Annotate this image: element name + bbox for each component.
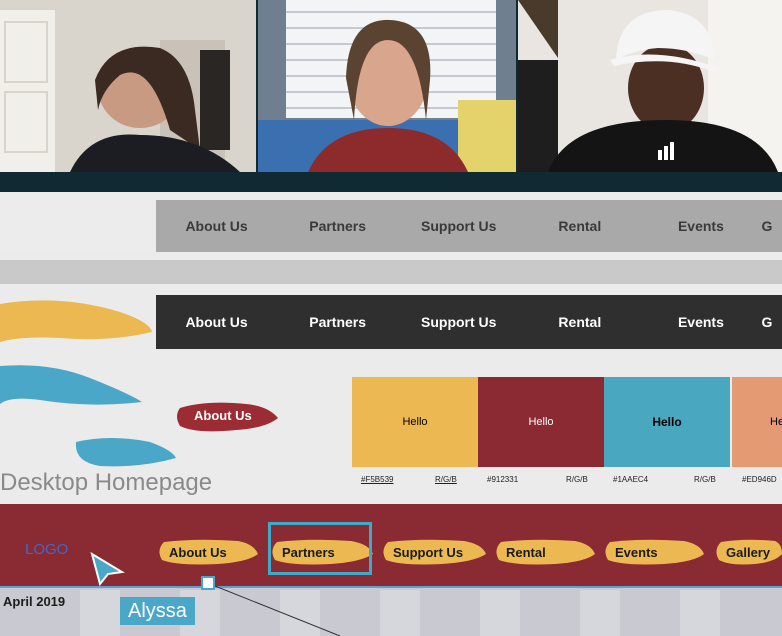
- design-canvas[interactable]: About Us Partners Support Us Rental Even…: [0, 192, 782, 636]
- color-swatch[interactable]: Hello: [352, 377, 478, 467]
- nav-dark-item[interactable]: Rental: [519, 314, 640, 330]
- nav-dark-item[interactable]: Events: [640, 314, 761, 330]
- brush-strokes-graphic[interactable]: [0, 292, 180, 482]
- nav-gray-item[interactable]: Rental: [519, 218, 640, 234]
- header-nav-events[interactable]: Events: [604, 538, 704, 566]
- nav-bar-gray: About Us Partners Support Us Rental Even…: [156, 200, 782, 252]
- nav-gray-item[interactable]: Events: [640, 218, 761, 234]
- swatch-rgb: R/G/B: [435, 475, 457, 484]
- calendar-area: April 2019: [0, 586, 782, 636]
- calendar-month-label: April 2019: [3, 594, 66, 609]
- header-nav-about-us[interactable]: About Us: [158, 538, 258, 566]
- logo-text[interactable]: LOGO: [25, 541, 68, 558]
- swatch-rgb: R/G/B: [694, 475, 716, 484]
- about-us-brush-button[interactable]: About Us: [176, 400, 280, 434]
- header-nav-label: Support Us: [393, 544, 464, 560]
- swatch-label: Hello: [652, 415, 682, 429]
- swatch-label: He: [770, 416, 782, 428]
- cursor-arrow-icon: [90, 551, 125, 586]
- swatch-label: Hello: [528, 416, 554, 428]
- resize-handle[interactable]: [201, 576, 215, 590]
- swatch-label: Hello: [402, 416, 428, 428]
- color-swatch[interactable]: Hello: [604, 377, 730, 467]
- header-bottom-line: [0, 586, 782, 588]
- selection-box[interactable]: [268, 522, 372, 575]
- header-nav-label: Events: [615, 544, 658, 560]
- nav-gray-item[interactable]: G: [761, 218, 782, 234]
- color-swatch[interactable]: Hello: [478, 377, 604, 467]
- swatch-hex: #F5B539: [361, 475, 394, 484]
- header-nav-label: About Us: [169, 544, 227, 560]
- nav-dark-item[interactable]: G: [761, 314, 782, 330]
- nav-gray-item[interactable]: About Us: [156, 218, 277, 234]
- nav-gray-item[interactable]: Partners: [277, 218, 398, 234]
- video-tile-participant-3[interactable]: [518, 0, 782, 172]
- color-swatch[interactable]: He: [732, 377, 782, 467]
- nav-bar-dark: About Us Partners Support Us Rental Even…: [156, 295, 782, 349]
- cursor-user-label: Alyssa: [120, 597, 195, 625]
- divider-band: [0, 260, 782, 284]
- about-us-label: About Us: [194, 408, 252, 423]
- swatch-hex: #1AAEC4: [613, 475, 649, 484]
- section-title: Desktop Homepage: [0, 469, 213, 496]
- header-nav-support-us[interactable]: Support Us: [382, 538, 486, 566]
- video-tile-participant-2[interactable]: [258, 0, 516, 172]
- header-nav-label: Rental: [506, 544, 546, 560]
- swatch-rgb: R/G/B: [566, 475, 588, 484]
- video-tile-participant-1[interactable]: [0, 0, 256, 172]
- nav-dark-item[interactable]: Partners: [277, 314, 398, 330]
- connector-line: [209, 583, 341, 636]
- header-nav-gallery[interactable]: Gallery: [715, 538, 782, 566]
- swatch-hex: #ED946D: [742, 475, 777, 484]
- header-nav-label: Gallery: [726, 544, 771, 560]
- swatch-hex: #912331: [487, 475, 519, 484]
- nav-dark-item[interactable]: Support Us: [398, 314, 519, 330]
- video-participants-strip: [0, 0, 782, 192]
- header-nav-rental[interactable]: Rental: [495, 538, 595, 566]
- nav-gray-item[interactable]: Support Us: [398, 218, 519, 234]
